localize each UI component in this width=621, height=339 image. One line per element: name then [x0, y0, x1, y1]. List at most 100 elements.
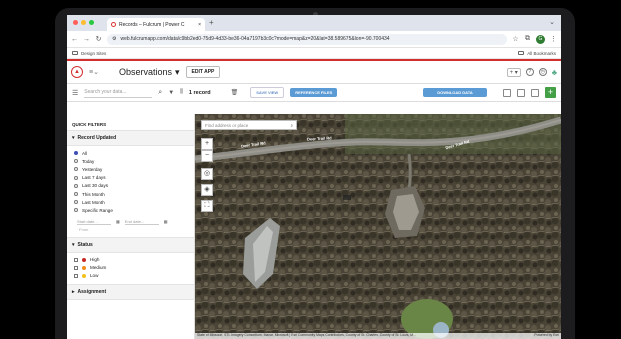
- status-section-toggle[interactable]: ▾ Status: [67, 236, 194, 253]
- checkbox[interactable]: [74, 257, 78, 262]
- url-field[interactable]: ⚙ web.fulcrumapp.com/data/c9bb2ed0-75d9-…: [107, 33, 507, 45]
- user-menu-icon[interactable]: ♣: [552, 68, 557, 77]
- star-icon[interactable]: ☆: [512, 35, 519, 43]
- record-updated-section-toggle[interactable]: ▾ Record Updated: [67, 130, 194, 146]
- new-tab-button[interactable]: +: [209, 18, 214, 27]
- end-date-input[interactable]: End date...: [124, 219, 159, 225]
- bookmark-design-sites[interactable]: Design Sites: [72, 51, 106, 56]
- status-low[interactable]: Low: [67, 272, 194, 280]
- search-icon[interactable]: ⌕: [158, 89, 162, 97]
- attribution-text: State of Missouri, STL Imagery Consortiu…: [197, 333, 416, 337]
- option-label: Yesterday: [82, 166, 103, 172]
- all-bookmarks-label: All Bookmarks: [527, 50, 556, 56]
- all-bookmarks[interactable]: All Bookmarks: [518, 51, 556, 56]
- chevron-down-icon: ▾: [72, 135, 75, 141]
- from-label: From: [79, 226, 89, 232]
- map-view[interactable]: Deer Trail Rd Deer Trail Rd Deer Trail R…: [195, 114, 561, 339]
- window-controls: [73, 20, 94, 25]
- option-last-7-days[interactable]: Last 7 days: [67, 174, 194, 182]
- app-title-dropdown[interactable]: Observations ▾: [119, 67, 180, 78]
- date-range-fields: Start date... ▦ End date... ▦: [67, 215, 194, 226]
- option-label: Today: [82, 158, 95, 164]
- zoom-in-button[interactable]: +: [201, 138, 213, 150]
- layers-icon[interactable]: ◈: [201, 184, 213, 196]
- list-view-icon[interactable]: ☰: [72, 89, 78, 97]
- app-switcher-icon[interactable]: ≡⌄: [89, 68, 99, 76]
- option-all[interactable]: All: [67, 149, 194, 157]
- fullscreen-icon[interactable]: ⛶: [201, 200, 213, 212]
- option-label: Last 7 days: [82, 175, 106, 181]
- close-tab-icon[interactable]: ×: [198, 22, 201, 28]
- assignment-section-toggle[interactable]: ▸ Assignment: [67, 284, 194, 301]
- zoom-out-button[interactable]: −: [201, 150, 213, 162]
- calendar-icon[interactable]: ▦: [116, 219, 120, 225]
- option-specific-range[interactable]: Specific Range: [67, 206, 194, 214]
- filter-sidebar: QUICK FILTERS ▾ Record Updated All Today …: [67, 114, 195, 339]
- folder-icon: [72, 51, 78, 55]
- checkbox[interactable]: [74, 273, 78, 278]
- app-header: ▲ ≡⌄ Observations ▾ EDIT APP + ▾ ? ◷ ♣: [67, 61, 561, 84]
- start-date-input[interactable]: Start date...: [77, 219, 111, 225]
- radio-icon[interactable]: [74, 175, 78, 180]
- close-window-button[interactable]: [73, 20, 78, 25]
- quick-filters-heading: QUICK FILTERS: [72, 122, 107, 127]
- reference-files-button[interactable]: REFERENCE FILES: [290, 88, 338, 97]
- option-today[interactable]: Today: [67, 157, 194, 165]
- option-label: Specific Range: [82, 207, 113, 213]
- browser-menu-icon[interactable]: ⋮: [550, 35, 557, 43]
- radio-icon[interactable]: [74, 200, 78, 205]
- radio-icon[interactable]: [74, 208, 78, 213]
- map-search-placeholder: Find address or place: [205, 122, 249, 128]
- status-medium[interactable]: Medium: [67, 264, 194, 272]
- save-view-button[interactable]: SAVE VIEW: [250, 87, 285, 98]
- option-last-month[interactable]: Last Month: [67, 198, 194, 206]
- status-high[interactable]: High: [67, 256, 194, 264]
- download-data-button[interactable]: DOWNLOAD DATA: [423, 88, 487, 97]
- checkbox[interactable]: [74, 265, 78, 270]
- locate-icon[interactable]: ◎: [201, 168, 213, 180]
- profile-avatar[interactable]: G: [536, 34, 545, 44]
- search-placeholder: Search your data...: [84, 89, 127, 95]
- filter-icon[interactable]: ▼: [168, 90, 174, 96]
- minimize-window-button[interactable]: [81, 20, 86, 25]
- option-label: Last 30 days: [82, 183, 109, 189]
- history-icon[interactable]: ◷: [538, 68, 547, 76]
- columns-icon[interactable]: ⫼: [180, 89, 183, 96]
- back-icon[interactable]: ←: [71, 36, 78, 43]
- maximize-window-button[interactable]: [89, 20, 94, 25]
- record-updated-options: All Today Yesterday Last 7 days Last 30 …: [67, 146, 194, 237]
- extensions-icon[interactable]: ⧉: [524, 35, 531, 43]
- fulcrum-logo-icon[interactable]: ▲: [71, 66, 83, 78]
- tab-title: Records – Fulcrum | Power C: [119, 21, 185, 28]
- table-view-icon[interactable]: [517, 88, 525, 97]
- map-view-icon[interactable]: [503, 88, 511, 97]
- map-search-input[interactable]: Find address or place ⌕: [201, 120, 297, 130]
- edit-app-button[interactable]: EDIT APP: [185, 66, 221, 78]
- option-this-month[interactable]: This Month: [67, 190, 194, 198]
- status-options: High Medium Low: [67, 253, 194, 285]
- fulcrum-favicon-icon: [111, 22, 116, 27]
- trash-icon[interactable]: 🗑: [231, 89, 239, 96]
- bookmarks-bar: Design Sites All Bookmarks: [67, 48, 561, 59]
- option-yesterday[interactable]: Yesterday: [67, 165, 194, 173]
- browser-tab[interactable]: Records – Fulcrum | Power C ×: [107, 18, 205, 31]
- option-last-30-days[interactable]: Last 30 days: [67, 182, 194, 190]
- search-icon[interactable]: ⌕: [290, 123, 293, 128]
- radio-icon[interactable]: [74, 151, 78, 156]
- data-toolbar: ☰ Search your data... ⌕ ▼ ⫼ 1 record 🗑 S…: [67, 84, 561, 102]
- status-dot-icon: [82, 265, 86, 270]
- radio-icon[interactable]: [74, 167, 78, 172]
- calendar-icon[interactable]: ▦: [164, 219, 168, 225]
- add-menu-button[interactable]: + ▾: [506, 67, 521, 77]
- radio-icon[interactable]: [74, 192, 78, 197]
- reload-icon[interactable]: ↻: [95, 35, 102, 43]
- add-record-button[interactable]: +: [545, 87, 556, 98]
- forward-icon[interactable]: →: [83, 36, 90, 43]
- radio-icon[interactable]: [74, 159, 78, 164]
- radio-icon[interactable]: [74, 183, 78, 188]
- search-input[interactable]: Search your data...: [84, 87, 153, 98]
- site-info-icon[interactable]: ⚙: [112, 36, 116, 42]
- tab-search-chevron-icon[interactable]: ⌄: [549, 18, 555, 26]
- split-view-icon[interactable]: [531, 88, 539, 97]
- help-icon[interactable]: ?: [525, 68, 534, 76]
